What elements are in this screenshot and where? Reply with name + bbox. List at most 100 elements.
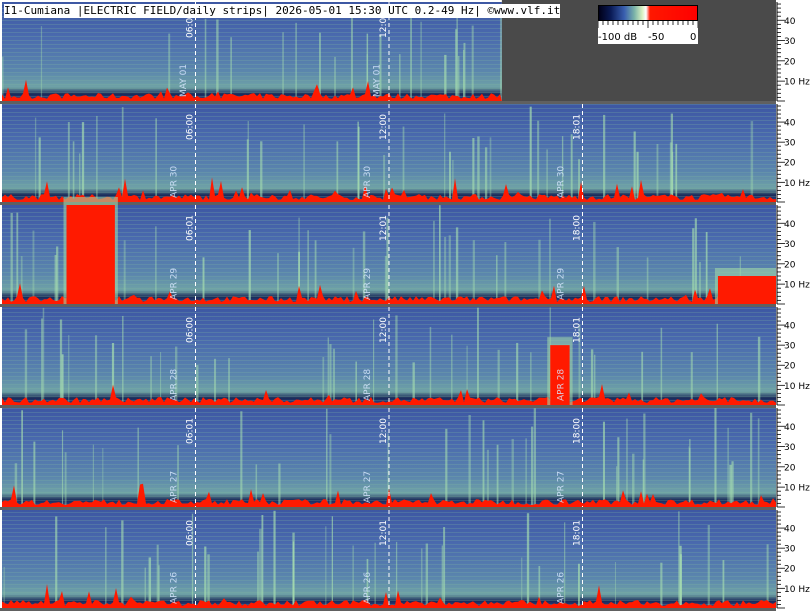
green-streak — [38, 137, 41, 202]
green-streak — [42, 307, 45, 405]
green-streak — [303, 124, 305, 202]
green-streak — [213, 358, 217, 405]
green-streak — [429, 326, 432, 405]
green-streak — [260, 141, 263, 202]
green-streak — [617, 437, 620, 507]
green-streak — [678, 511, 680, 608]
green-streak — [516, 342, 519, 405]
green-streak — [79, 153, 81, 202]
strip-separator — [0, 507, 776, 510]
green-streak — [727, 427, 729, 507]
freq-tick-label: 40 — [784, 17, 796, 27]
strip-apr-28: 06:00 12:00 18:01 APR 28 APR 28 APR 28 40 30 20 1… — [0, 307, 812, 408]
date-label: APR 26 — [556, 572, 566, 604]
freq-tick-label: 10 Hz — [784, 78, 810, 88]
green-streak — [410, 16, 412, 101]
green-streak — [273, 510, 276, 608]
green-streak — [94, 335, 98, 405]
green-streak — [204, 546, 207, 608]
green-streak — [472, 137, 475, 202]
green-streak — [757, 336, 761, 405]
green-streak — [278, 463, 281, 507]
green-streak — [660, 562, 663, 608]
green-streak — [626, 418, 628, 507]
green-streak — [329, 344, 332, 405]
freq-tick-label: 40 — [784, 322, 796, 332]
date-label: APR 30 — [169, 166, 179, 198]
green-streak — [757, 418, 760, 507]
green-streak — [716, 323, 718, 405]
green-streak — [196, 365, 199, 405]
green-streak — [455, 227, 459, 304]
strip-separator — [0, 101, 776, 104]
green-streak — [511, 438, 514, 507]
green-streak — [34, 117, 37, 202]
time-marker-label: 06:01 — [186, 418, 196, 444]
green-streak — [690, 352, 693, 405]
time-marker-label: 18:00 — [573, 418, 583, 444]
time-marker-label: 18:01 — [573, 317, 583, 343]
date-label: APR 28 — [556, 369, 566, 401]
green-streak — [329, 434, 332, 507]
green-streak — [292, 532, 295, 608]
green-streak — [444, 54, 447, 101]
colorbar-legend: -100 dB -50 0 — [598, 5, 698, 44]
green-streak — [477, 136, 480, 202]
green-streak — [331, 516, 333, 608]
freq-tick-label: 30 — [784, 139, 796, 149]
green-streak — [261, 515, 264, 608]
green-streak — [526, 513, 530, 608]
freq-tick-label: 10 Hz — [784, 179, 810, 189]
green-streak — [420, 548, 423, 608]
green-streak — [646, 257, 649, 304]
green-streak — [457, 55, 460, 101]
green-streak — [216, 19, 219, 101]
green-streak — [352, 545, 354, 608]
green-streak — [636, 151, 639, 202]
freq-tick-label: 20 — [784, 565, 796, 575]
green-streak — [455, 29, 458, 102]
colorbar-label-max: 0 — [690, 32, 697, 43]
chart-title: I1-Cumiana |ELECTRIC FIELD/daily strips|… — [4, 4, 561, 18]
green-streak — [420, 21, 422, 101]
green-streak — [105, 527, 107, 608]
green-streak — [248, 230, 251, 304]
time-marker-label: 12:01 — [379, 520, 389, 546]
green-streak — [468, 414, 471, 507]
freq-tick-label: 10 Hz — [784, 382, 810, 392]
spectrogram-page: 06:00 12:01 MAY 01 MAY 01 40 30 20 10 Hz 06:00 12… — [0, 0, 812, 613]
date-label: APR 30 — [556, 166, 566, 198]
green-streak — [102, 448, 104, 507]
green-streak — [603, 114, 606, 202]
green-streak — [357, 126, 360, 202]
green-streak — [471, 25, 474, 101]
green-streak — [56, 246, 59, 304]
green-streak — [530, 352, 532, 405]
freq-tick-label: 10 Hz — [784, 281, 810, 291]
green-streak — [373, 319, 375, 405]
date-label: APR 27 — [556, 471, 566, 503]
time-marker-label: 06:01 — [186, 215, 196, 241]
green-streak — [476, 307, 479, 405]
green-streak — [207, 554, 210, 608]
freq-tick-label: 20 — [784, 57, 796, 67]
colorbar-label-min: -100 dB — [598, 32, 638, 43]
green-streak — [525, 438, 527, 507]
green-streak — [529, 106, 532, 202]
date-label: APR 26 — [169, 572, 179, 604]
green-streak — [68, 335, 70, 405]
green-streak — [61, 430, 64, 507]
green-streak — [2, 56, 4, 101]
green-streak — [750, 412, 753, 507]
green-streak — [40, 26, 43, 101]
green-streak — [444, 113, 446, 202]
date-label: APR 26 — [363, 572, 373, 604]
green-streak — [577, 563, 580, 608]
date-label: APR 28 — [169, 369, 179, 401]
time-marker-label: 06:00 — [186, 317, 196, 343]
freq-tick-label: 20 — [784, 159, 796, 169]
freq-tick-label: 10 Hz — [784, 484, 810, 494]
freq-tick-label: 20 — [784, 362, 796, 372]
green-streak — [669, 142, 673, 202]
green-streak — [350, 5, 353, 102]
